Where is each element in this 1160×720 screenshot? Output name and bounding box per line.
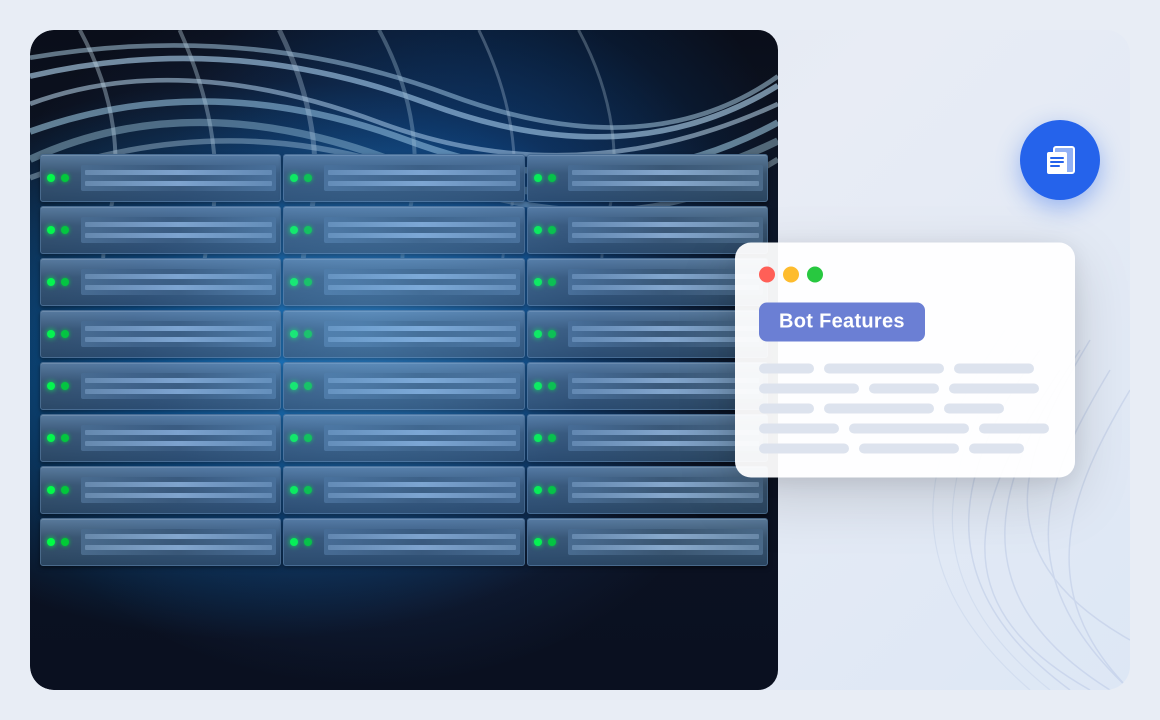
card-line-row — [759, 424, 1051, 434]
server-rack — [30, 30, 778, 690]
content-line — [759, 444, 849, 454]
rack-unit — [527, 206, 768, 254]
rack-unit — [283, 518, 524, 566]
content-line — [949, 384, 1039, 394]
content-line — [759, 404, 814, 414]
traffic-light-green — [807, 267, 823, 283]
content-line — [824, 364, 944, 374]
rack-unit — [40, 154, 281, 202]
content-line — [969, 444, 1024, 454]
rack-unit — [283, 154, 524, 202]
rack-unit — [527, 362, 768, 410]
main-container: Bot Features — [30, 30, 1130, 690]
content-line — [824, 404, 934, 414]
content-line — [759, 364, 814, 374]
traffic-light-red — [759, 267, 775, 283]
content-line — [954, 364, 1034, 374]
card-line-row — [759, 444, 1051, 454]
content-line — [869, 384, 939, 394]
rack-unit — [527, 414, 768, 462]
card-line-row — [759, 364, 1051, 374]
rack-unit — [283, 466, 524, 514]
content-line — [759, 384, 859, 394]
content-line — [944, 404, 1004, 414]
rack-unit — [40, 414, 281, 462]
rack-unit — [40, 362, 281, 410]
rack-unit — [527, 258, 768, 306]
server-image — [30, 30, 778, 690]
rack-unit — [283, 258, 524, 306]
rack-unit — [527, 154, 768, 202]
rack-unit — [40, 206, 281, 254]
traffic-light-yellow — [783, 267, 799, 283]
rack-unit — [40, 310, 281, 358]
rack-unit — [40, 258, 281, 306]
content-line — [859, 444, 959, 454]
floating-card: Bot Features — [735, 243, 1075, 478]
traffic-lights — [759, 267, 1051, 283]
bot-features-badge: Bot Features — [759, 303, 925, 342]
documents-icon — [1040, 140, 1080, 180]
card-line-row — [759, 404, 1051, 414]
content-line — [849, 424, 969, 434]
rack-unit — [40, 518, 281, 566]
rack-unit — [527, 518, 768, 566]
card-line-row — [759, 384, 1051, 394]
content-line — [759, 424, 839, 434]
rack-unit — [527, 466, 768, 514]
rack-unit — [283, 362, 524, 410]
rack-unit — [40, 466, 281, 514]
card-content-lines — [759, 364, 1051, 454]
content-line — [979, 424, 1049, 434]
rack-unit — [283, 206, 524, 254]
blue-circle-icon — [1020, 120, 1100, 200]
rack-unit — [527, 310, 768, 358]
rack-unit — [283, 414, 524, 462]
rack-unit — [283, 310, 524, 358]
